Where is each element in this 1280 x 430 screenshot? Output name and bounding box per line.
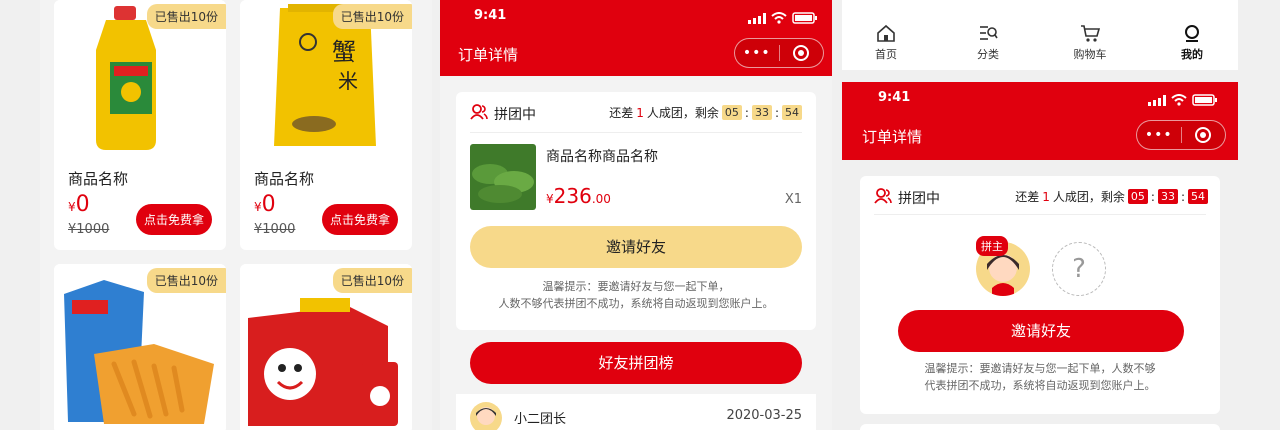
- product-card[interactable]: 已售出10份: [240, 264, 412, 430]
- users-icon: [470, 104, 488, 124]
- status-time: 9:41: [474, 8, 507, 23]
- sold-badge: 已售出10份: [146, 268, 226, 293]
- group-status: 拼团中: [874, 188, 940, 208]
- profile-icon: [1170, 24, 1214, 46]
- sold-badge: 已售出10份: [332, 268, 412, 293]
- signal-icon: [748, 9, 766, 28]
- countdown-minutes: 33: [1157, 189, 1178, 204]
- tab-cart[interactable]: 购物车: [1068, 24, 1112, 62]
- order-detail-screen-alt: 首页 分类 购物车 我的 9:41 订单详情 ••• 拼团中 还差 1 人成团，…: [842, 0, 1238, 430]
- page-title: 订单详情: [458, 46, 519, 64]
- ranking-list: 小二团长 2020-03-25: [456, 394, 816, 430]
- product-name: 商品名称: [68, 170, 129, 188]
- countdown-hours: 05: [721, 105, 742, 120]
- countdown-minutes: 33: [751, 105, 772, 120]
- product-card[interactable]: 蟹 米 已售出10份 商品名称 ¥0 ¥1000 点击免费拿: [240, 0, 412, 250]
- more-icon[interactable]: •••: [1137, 127, 1181, 143]
- page-title: 订单详情: [862, 128, 923, 146]
- sold-badge: 已售出10份: [146, 4, 226, 29]
- quantity: X1: [784, 192, 802, 207]
- cart-icon: [1068, 24, 1112, 46]
- countdown-hours: 05: [1127, 189, 1148, 204]
- group-status: 拼团中: [470, 104, 536, 124]
- svg-text:米: 米: [338, 69, 358, 93]
- group-order-card: 拼团中 还差 1 人成团，剩余 05:33:54 商品名称商品名称 ¥236.00 …: [456, 92, 816, 330]
- status-time: 9:41: [878, 90, 911, 105]
- signal-icon: [1148, 91, 1166, 110]
- product-name: 商品名称: [254, 170, 315, 188]
- tab-bar: 首页 分类 购物车 我的: [842, 0, 1238, 70]
- original-price: ¥1000: [68, 222, 110, 237]
- battery-icon: [1192, 91, 1218, 110]
- product-card[interactable]: 已售出10份: [54, 264, 226, 430]
- original-price: ¥1000: [254, 222, 296, 237]
- leader-badge: 拼主: [976, 236, 1008, 256]
- member-date: 2020-03-25: [726, 408, 802, 423]
- capsule-menu[interactable]: •••: [734, 38, 824, 68]
- nav-header: 9:41 订单详情 •••: [842, 82, 1238, 160]
- countdown-seconds: 54: [782, 105, 802, 120]
- tab-mine[interactable]: 我的: [1170, 24, 1214, 62]
- order-detail-screen: 9:41 订单详情 ••• 拼团中 还差 1 人成团，剩余 05:33:54 商品名…: [440, 0, 832, 430]
- product-thumbnail: [470, 144, 536, 210]
- category-search-icon: [966, 24, 1010, 46]
- free-take-button[interactable]: 点击免费拿: [135, 204, 212, 235]
- friend-ranking-button[interactable]: 好友拼团榜: [470, 342, 802, 384]
- status-icons: [748, 9, 818, 28]
- free-take-button[interactable]: 点击免费拿: [321, 204, 398, 235]
- status-icons: [1148, 91, 1218, 110]
- countdown: 还差 1 人成团，剩余 05:33:54: [1015, 188, 1208, 205]
- sold-badge: 已售出10份: [332, 4, 412, 29]
- countdown: 还差 1 人成团，剩余 05:33:54: [609, 104, 802, 121]
- product-grid-panel: 已售出10份 商品名称 ¥0 ¥1000 点击免费拿 蟹 米 已售出10份 商品…: [40, 0, 432, 430]
- product-card[interactable]: 已售出10份 商品名称 ¥0 ¥1000 点击免费拿: [54, 0, 226, 250]
- svg-text:蟹: 蟹: [332, 38, 356, 66]
- tab-home[interactable]: 首页: [864, 24, 908, 62]
- close-target-icon[interactable]: [779, 44, 823, 62]
- close-target-icon[interactable]: [1181, 126, 1225, 144]
- wifi-icon: [1171, 91, 1187, 110]
- tip-text: 温馨提示：要邀请好友与您一起下单，人数不够代表拼团不成功，系统将自动返现到您账户…: [924, 362, 1156, 392]
- home-icon: [864, 24, 908, 46]
- users-icon: [874, 188, 892, 208]
- tab-category[interactable]: 分类: [966, 24, 1010, 62]
- nav-header: 9:41 订单详情 •••: [440, 0, 832, 76]
- avatar: [470, 402, 502, 430]
- invite-friend-button[interactable]: 邀请好友: [470, 226, 802, 268]
- countdown-seconds: 54: [1188, 189, 1208, 204]
- empty-slot: ?: [1052, 242, 1106, 296]
- group-order-card: 拼团中 还差 1 人成团，剩余 05:33:54 拼主 ? 邀请好友 温馨提示：要邀…: [860, 176, 1220, 414]
- invite-friend-button[interactable]: 邀请好友: [898, 310, 1184, 352]
- tip-text: 温馨提示：要邀请好友与您一起下单，人数不够代表拼团不成功，系统将自动返现到您账户…: [498, 280, 774, 310]
- capsule-menu[interactable]: •••: [1136, 120, 1226, 150]
- member-name: 小二团长: [514, 412, 567, 427]
- product-price: ¥236.00: [546, 184, 611, 208]
- more-icon[interactable]: •••: [735, 45, 779, 61]
- product-price: ¥0: [68, 192, 90, 217]
- product-price: ¥0: [254, 192, 276, 217]
- battery-icon: [792, 9, 818, 28]
- product-name: 商品名称商品名称: [546, 149, 658, 165]
- wifi-icon: [771, 9, 787, 28]
